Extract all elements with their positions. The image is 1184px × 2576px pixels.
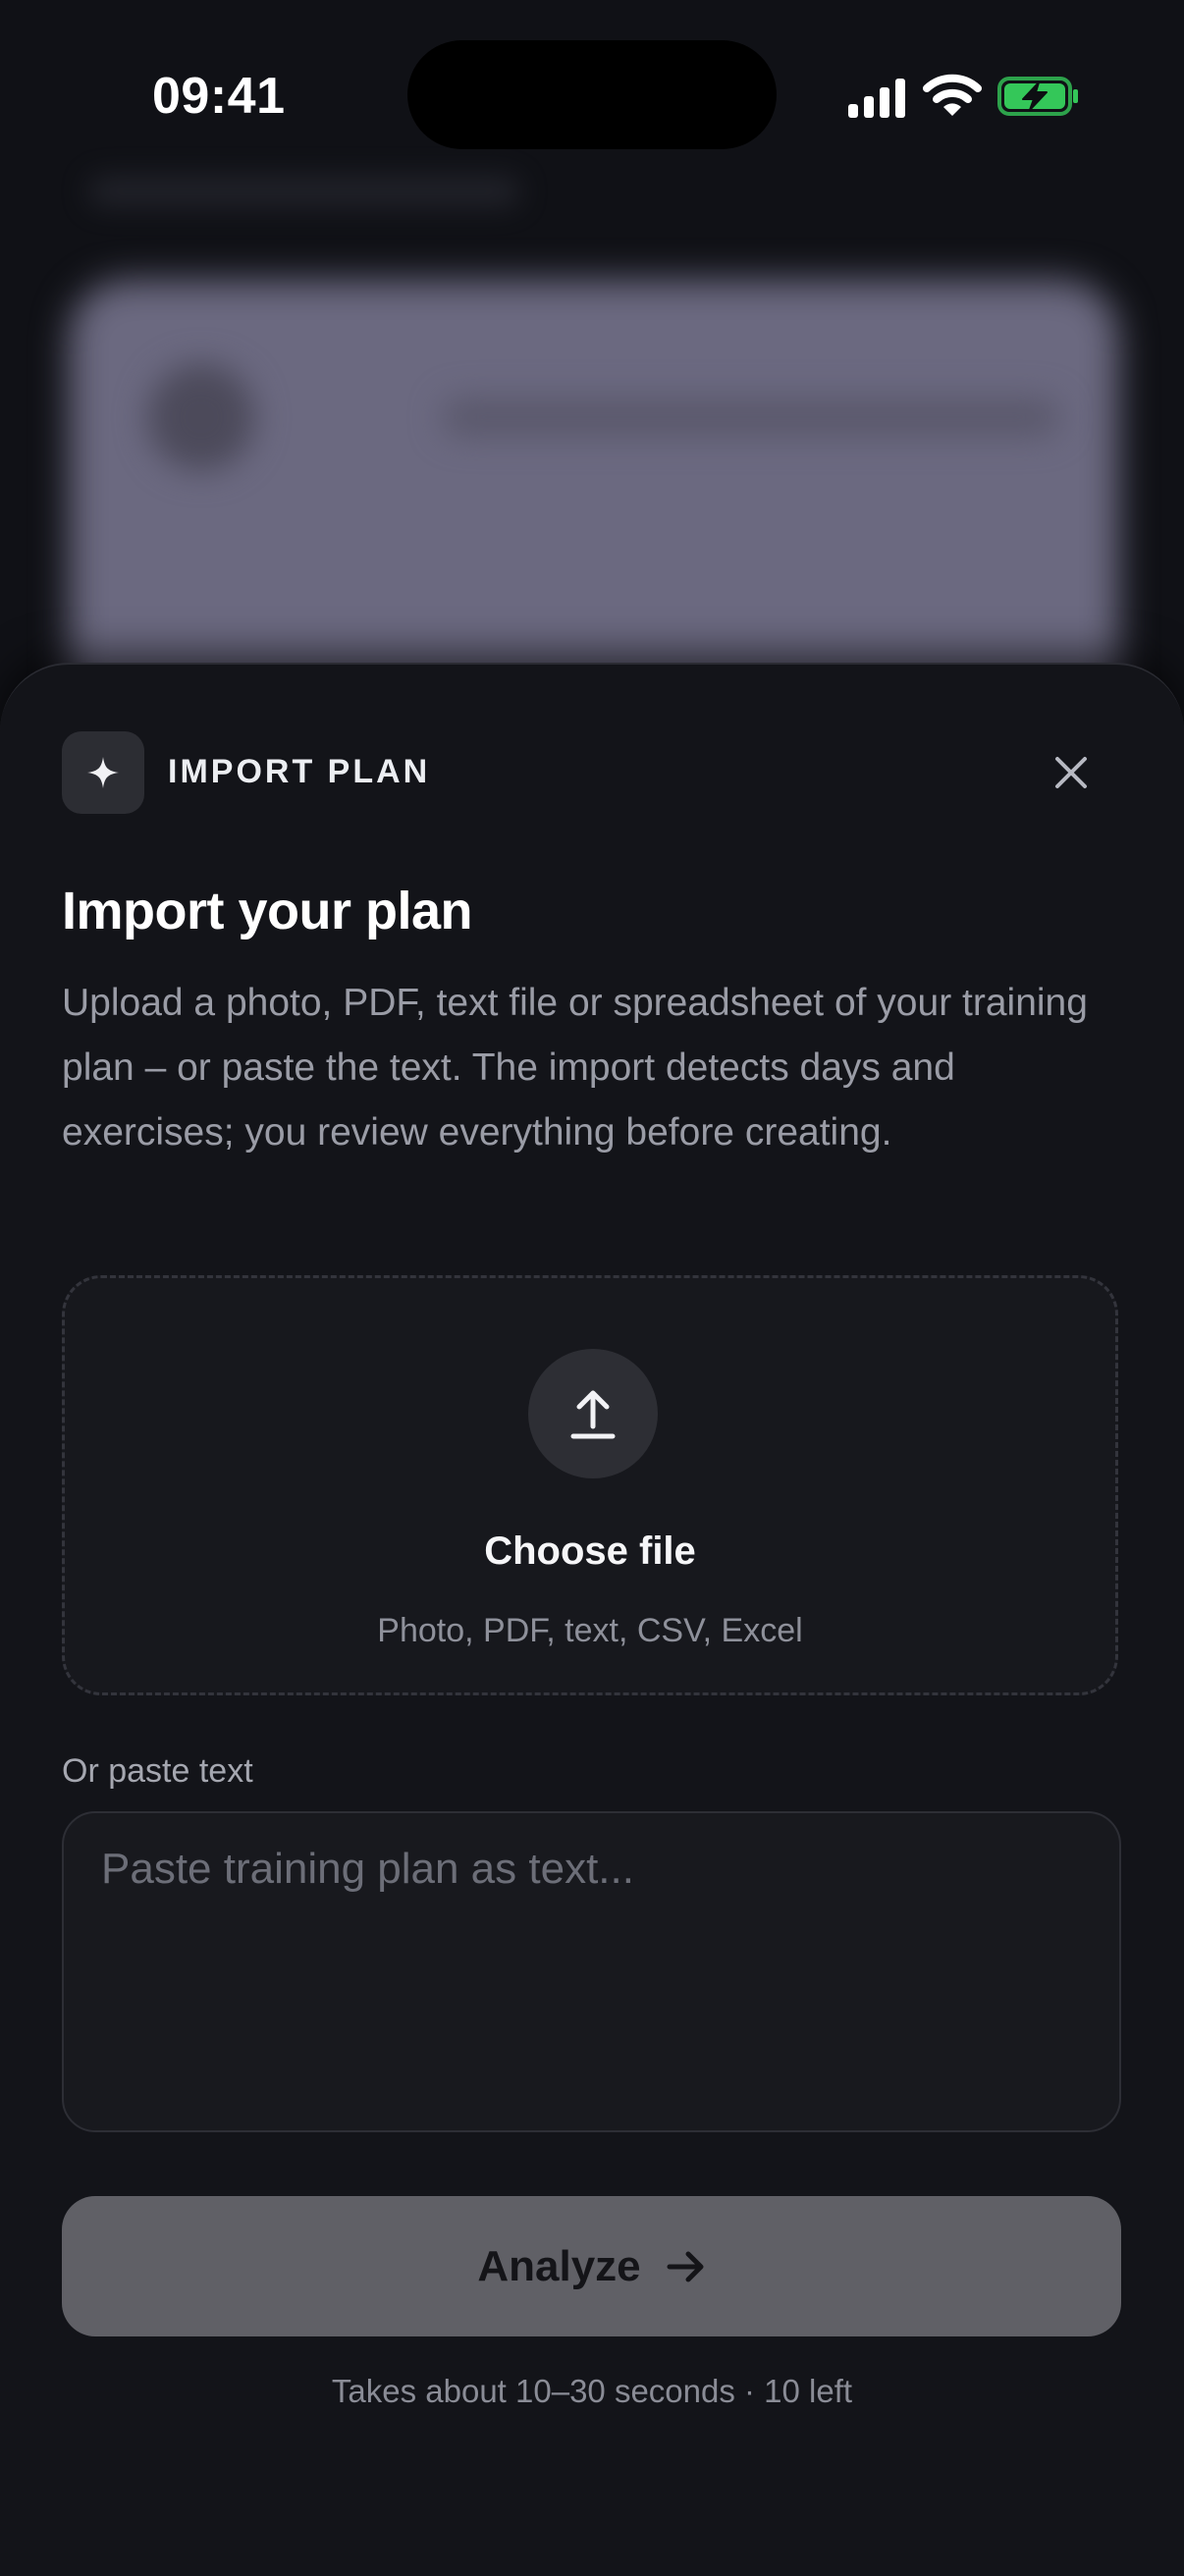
upload-icon <box>570 1390 616 1439</box>
sparkle-badge <box>62 731 144 814</box>
arrow-right-icon <box>667 2251 704 2281</box>
upload-circle <box>528 1349 658 1478</box>
paste-text-input[interactable] <box>62 1811 1121 2132</box>
paste-text-label: Or paste text <box>62 1752 253 1790</box>
background-avatar-blur <box>147 363 255 471</box>
status-bar: 09:41 <box>0 0 1184 187</box>
close-button[interactable] <box>1042 743 1101 802</box>
sheet-description: Upload a photo, PDF, text file or spread… <box>62 982 1088 1154</box>
analyze-button[interactable]: Analyze <box>62 2196 1121 2336</box>
close-icon <box>1055 757 1087 788</box>
analyze-button-label: Analyze <box>477 2241 641 2290</box>
sparkle-icon <box>87 757 119 788</box>
choose-file-title: Choose file <box>484 1530 696 1573</box>
sheet-header: IMPORT PLAN <box>62 731 1122 816</box>
import-plan-sheet: IMPORT PLAN Import your plan Upload a ph… <box>0 663 1184 2576</box>
status-time: 09:41 <box>152 68 286 125</box>
dynamic-island <box>407 40 777 149</box>
choose-file-dropzone[interactable]: Choose file Photo, PDF, text, CSV, Excel <box>62 1275 1118 1695</box>
battery-charging-icon <box>997 77 1078 116</box>
background-text-blur <box>442 398 1060 437</box>
supported-formats: Photo, PDF, text, CSV, Excel <box>377 1612 803 1649</box>
wifi-icon <box>923 74 982 116</box>
analysis-footnote: Takes about 10–30 seconds · 10 left <box>331 2373 853 2409</box>
sheet-kicker: IMPORT PLAN <box>168 753 431 790</box>
signal-icon <box>848 79 905 118</box>
sheet-title: Import your plan <box>62 882 473 940</box>
